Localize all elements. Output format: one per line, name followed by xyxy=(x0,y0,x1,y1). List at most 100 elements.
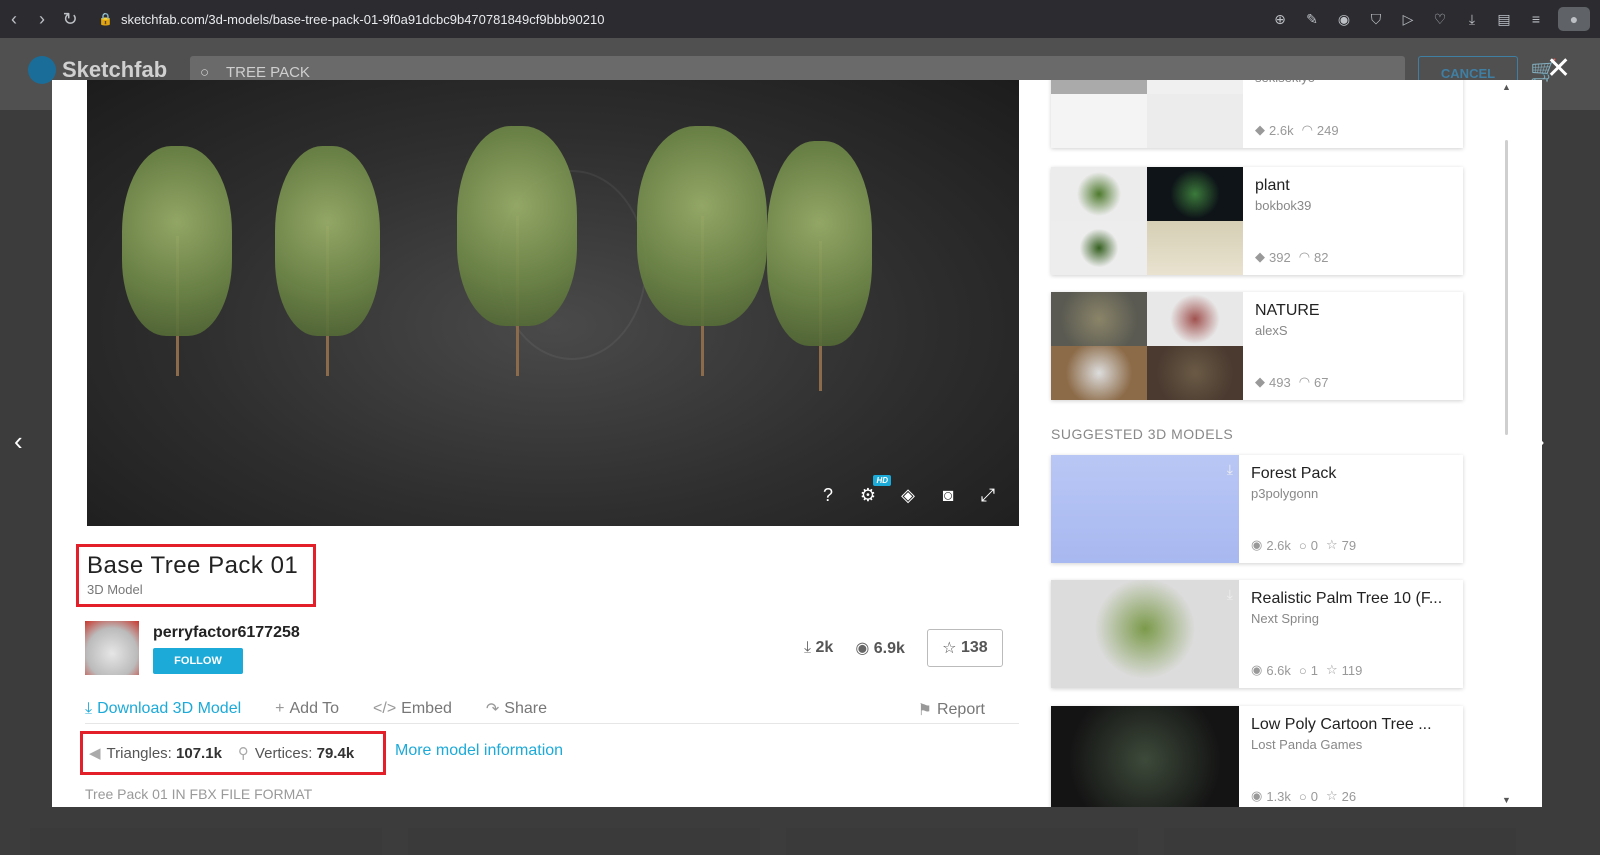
reload-icon[interactable]: ↻ xyxy=(56,9,84,30)
background-results-strip xyxy=(30,828,1516,855)
previous-arrow-icon[interactable]: ‹ xyxy=(14,426,23,457)
suggested-name: Low Poly Cartoon Tree ... xyxy=(1251,716,1432,733)
fullscreen-icon[interactable]: ⤢ xyxy=(977,485,999,506)
more-model-info-link[interactable]: More model information xyxy=(395,739,563,763)
comment-icon: ○ xyxy=(1298,662,1307,678)
triangle-icon: ◀ xyxy=(89,745,101,762)
cube-icon: ◆ xyxy=(1255,249,1265,264)
close-icon[interactable]: ✕ xyxy=(1546,54,1571,84)
url-text: sketchfab.com/3d-models/base-tree-pack-0… xyxy=(120,11,605,27)
settings-gear-icon[interactable]: ⚙ HD xyxy=(857,475,891,506)
collection-thumbs xyxy=(1051,80,1243,148)
subscribers-count: ◠ 249 xyxy=(1301,122,1339,138)
menu-icon[interactable]: ≡ xyxy=(1520,11,1552,27)
follow-button[interactable]: FOLLOW xyxy=(153,648,243,674)
plus-icon: + xyxy=(275,699,285,717)
suggested-model-card[interactable]: Low Poly Cartoon Tree ... Lost Panda Gam… xyxy=(1051,706,1463,807)
scrollbar-thumb[interactable] xyxy=(1505,140,1508,435)
collection-info: NATURE alexS ◆ 493 ◠ 67 xyxy=(1243,292,1467,400)
forward-icon[interactable]: › xyxy=(28,9,56,30)
vertex-icon: ⚲ xyxy=(237,745,249,762)
thumb xyxy=(1051,80,1147,94)
suggested-stats: ◉ 1.3k ○ 0 ☆ 26 xyxy=(1251,788,1356,804)
camera-icon[interactable]: ◉ xyxy=(1328,11,1360,28)
author-avatar[interactable] xyxy=(85,621,139,675)
collection-card[interactable]: NATURE alexS ◆ 493 ◠ 67 xyxy=(1051,292,1463,400)
download-icon: ⤓ xyxy=(85,699,93,717)
comment-icon: ○ xyxy=(1298,788,1307,804)
views: ◉ 6.6k xyxy=(1251,662,1291,678)
suggested-thumb: ⤓ xyxy=(1051,580,1239,688)
background-thumb xyxy=(1164,828,1516,855)
author-info: perryfactor6177258 FOLLOW xyxy=(153,621,300,674)
thumb xyxy=(1147,167,1243,221)
collection-stats: ◆ 392 ◠ 82 xyxy=(1255,249,1329,265)
download-count: ⤓ 2k xyxy=(804,639,834,656)
model-geometry-info: ◀ Triangles: 107.1k ⚲ Vertices: 79.4k xyxy=(80,731,386,775)
rss-icon: ◠ xyxy=(1298,374,1311,389)
collection-card[interactable]: plant bokbok39 ◆ 392 ◠ 82 xyxy=(1051,167,1463,275)
collection-stats: ◆ 493 ◠ 67 xyxy=(1255,374,1329,390)
suggested-name: Realistic Palm Tree 10 (F... xyxy=(1251,590,1443,607)
comments: ○ 1 xyxy=(1298,662,1319,678)
collection-user: sekisekiyo xyxy=(1255,80,1455,85)
like-button[interactable]: ☆ 138 xyxy=(926,629,1003,667)
help-icon[interactable]: ? xyxy=(817,485,839,506)
collection-name: NATURE xyxy=(1255,302,1320,319)
zoom-icon[interactable]: ⊕ xyxy=(1264,11,1296,28)
heart-icon[interactable]: ♡ xyxy=(1424,11,1456,28)
thumb xyxy=(1147,221,1243,275)
tree-model xyxy=(267,146,387,376)
suggested-info: Forest Pack p3polygonn ◉ 2.6k ○ 0 ☆ 79 xyxy=(1239,455,1463,563)
download-icon[interactable]: ⤓ xyxy=(1227,586,1233,603)
download-3d-model-link[interactable]: ⤓ Download 3D Model xyxy=(85,700,241,718)
collection-card[interactable]: sekisekiyo ◆2.6k ◠249 xyxy=(1051,80,1463,148)
vertices-label: Vertices: xyxy=(254,744,313,762)
edit-icon[interactable]: ✎ xyxy=(1296,11,1328,28)
add-to-button[interactable]: + Add To xyxy=(275,700,339,718)
embed-button[interactable]: </> Embed xyxy=(373,700,452,718)
cube-icon: ◆ xyxy=(1255,122,1265,137)
tree-foliage xyxy=(457,126,577,326)
shield-icon[interactable]: ⛉ xyxy=(1360,11,1392,28)
tree-model xyxy=(632,126,772,376)
comment-icon: ○ xyxy=(1298,537,1307,553)
play-icon[interactable]: ▷ xyxy=(1392,11,1424,28)
thumb xyxy=(1147,80,1243,94)
flag-icon: ⚑ xyxy=(917,702,932,719)
share-button[interactable]: ↷ Share xyxy=(486,699,547,719)
vr-headset-icon[interactable]: ◙ xyxy=(937,485,959,506)
layers-icon[interactable]: ◈ xyxy=(897,485,919,506)
model-description: Tree Pack 01 IN FBX FILE FORMAT xyxy=(85,786,313,802)
collection-thumbs xyxy=(1051,167,1243,275)
author-name[interactable]: perryfactor6177258 xyxy=(153,624,300,642)
collection-name: plant xyxy=(1255,177,1290,194)
modal-scrollbar[interactable]: ▲ ▼ xyxy=(1502,80,1512,807)
suggested-stats: ◉ 2.6k ○ 0 ☆ 79 xyxy=(1251,537,1356,553)
scroll-up-icon[interactable]: ▲ xyxy=(1502,82,1511,92)
suggested-model-card[interactable]: ⤓ Forest Pack p3polygonn ◉ 2.6k ○ 0 ☆ 79 xyxy=(1051,455,1463,563)
tree-foliage xyxy=(275,146,380,336)
3d-viewer[interactable]: ? ⚙ HD ◈ ◙ ⤢ xyxy=(87,80,1019,526)
back-icon[interactable]: ‹ xyxy=(0,9,28,30)
background-thumb xyxy=(786,828,1138,855)
sidebar-icon[interactable]: ▤ xyxy=(1488,11,1520,28)
address-bar[interactable]: 🔒 sketchfab.com/3d-models/base-tree-pack… xyxy=(98,12,604,27)
model-title: Base Tree Pack 01 xyxy=(87,552,299,579)
profile-icon[interactable]: ● xyxy=(1558,7,1590,31)
comments: ○ 0 xyxy=(1298,788,1319,804)
models-count: ◆ 392 xyxy=(1255,249,1291,265)
suggested-thumb xyxy=(1051,706,1239,807)
thumb xyxy=(1051,167,1147,221)
triangles-label: Triangles: xyxy=(106,744,172,762)
hd-badge: HD xyxy=(873,475,891,486)
comments: ○ 0 xyxy=(1298,537,1319,553)
suggested-model-card[interactable]: ⤓ Realistic Palm Tree 10 (F... Next Spri… xyxy=(1051,580,1463,688)
model-actions: ⤓ Download 3D Model + Add To </> Embed ↷ Sha… xyxy=(85,694,1019,724)
report-button[interactable]: ⚑ Report xyxy=(918,700,985,720)
downloads-icon[interactable]: ⤓ xyxy=(1456,11,1488,28)
collection-info: sekisekiyo ◆2.6k ◠249 xyxy=(1243,80,1467,148)
download-icon[interactable]: ⤓ xyxy=(1227,461,1233,478)
scroll-down-icon[interactable]: ▼ xyxy=(1502,795,1511,805)
suggested-stats: ◉ 6.6k ○ 1 ☆ 119 xyxy=(1251,662,1362,678)
